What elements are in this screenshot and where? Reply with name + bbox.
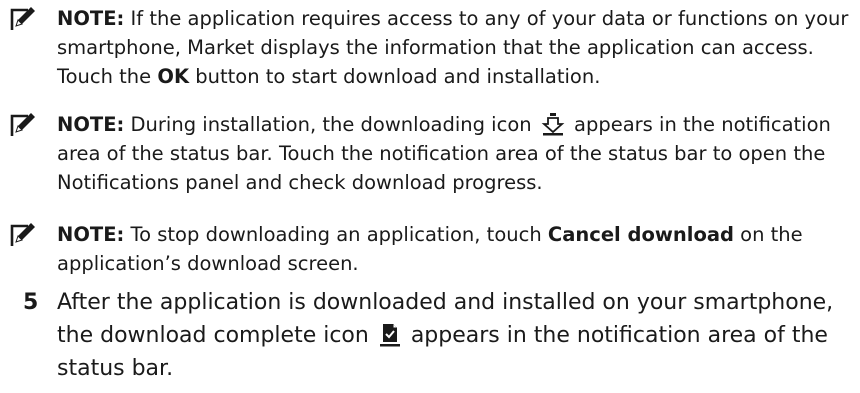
note-label: NOTE: — [57, 113, 125, 136]
download-arrow-icon — [541, 112, 565, 136]
pencil-note-icon — [10, 222, 36, 248]
pencil-note-icon — [10, 6, 36, 32]
note-text-2: NOTE: During installation, the downloadi… — [57, 112, 831, 194]
ok-button-reference: OK — [157, 65, 190, 88]
cancel-download-reference: Cancel download — [547, 223, 734, 246]
step-text: After the application is downloaded and … — [57, 290, 834, 381]
download-complete-icon — [379, 323, 401, 347]
note-text-1: NOTE: If the application requires access… — [57, 7, 849, 88]
note-label: NOTE: — [57, 7, 125, 30]
note-text-3: NOTE: To stop downloading an application… — [57, 223, 803, 275]
step-number: 5 — [23, 290, 39, 315]
note-label: NOTE: — [57, 223, 125, 246]
pencil-note-icon — [10, 112, 36, 138]
